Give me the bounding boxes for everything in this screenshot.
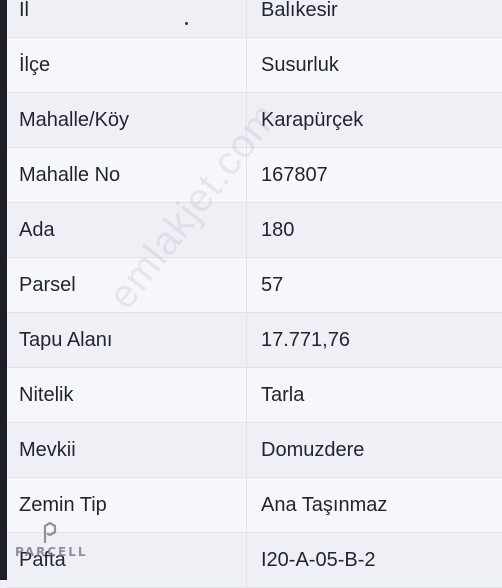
table-row-tapu-alani: Tapu Alanı 17.771,76: [7, 313, 502, 368]
row-value: Karapürçek: [261, 108, 364, 131]
table-row-ada: Ada 180: [7, 203, 502, 258]
row-label: İlçe: [7, 38, 247, 92]
row-value: Balıkesir: [261, 0, 338, 21]
parcel-info-table: İl Balıkesir İlçe Susurluk Mahalle/Köy K…: [7, 0, 502, 588]
table-row-nitelik: Nitelik Tarla: [7, 368, 502, 423]
row-label: Parsel: [7, 258, 247, 312]
row-value: Susurluk: [261, 53, 339, 76]
table-row-mahalle-no: Mahalle No 167807: [7, 148, 502, 203]
row-label: Nitelik: [7, 368, 247, 422]
parcell-logo-icon: [43, 522, 57, 543]
row-value: 57: [261, 273, 284, 296]
table-row-il: İl Balıkesir: [7, 0, 502, 38]
row-value: 17.771,76: [261, 328, 350, 351]
stray-dot: [185, 22, 188, 25]
parcell-brand: PARCELL: [15, 522, 88, 559]
table-row-mahalle-koy: Mahalle/Köy Karapürçek: [7, 93, 502, 148]
row-label: Tapu Alanı: [7, 313, 247, 367]
row-label: Ada: [7, 203, 247, 257]
row-label: Mahalle No: [7, 148, 247, 202]
row-value: Tarla: [261, 383, 305, 406]
row-value: 180: [261, 218, 295, 241]
row-value: I20-A-05-B-2: [261, 548, 376, 571]
table-row-ilce: İlçe Susurluk: [7, 38, 502, 93]
row-label: Mevkii: [7, 423, 247, 477]
row-value: 167807: [261, 163, 328, 186]
row-value: Ana Taşınmaz: [261, 493, 388, 516]
table-row-parsel: Parsel 57: [7, 258, 502, 313]
left-edge-strip: [0, 0, 7, 580]
brand-text: PARCELL: [15, 545, 88, 559]
row-label: İl: [7, 0, 247, 37]
row-label: Mahalle/Köy: [7, 93, 247, 147]
table-row-mevkii: Mevkii Domuzdere: [7, 423, 502, 478]
row-value: Domuzdere: [261, 438, 365, 461]
